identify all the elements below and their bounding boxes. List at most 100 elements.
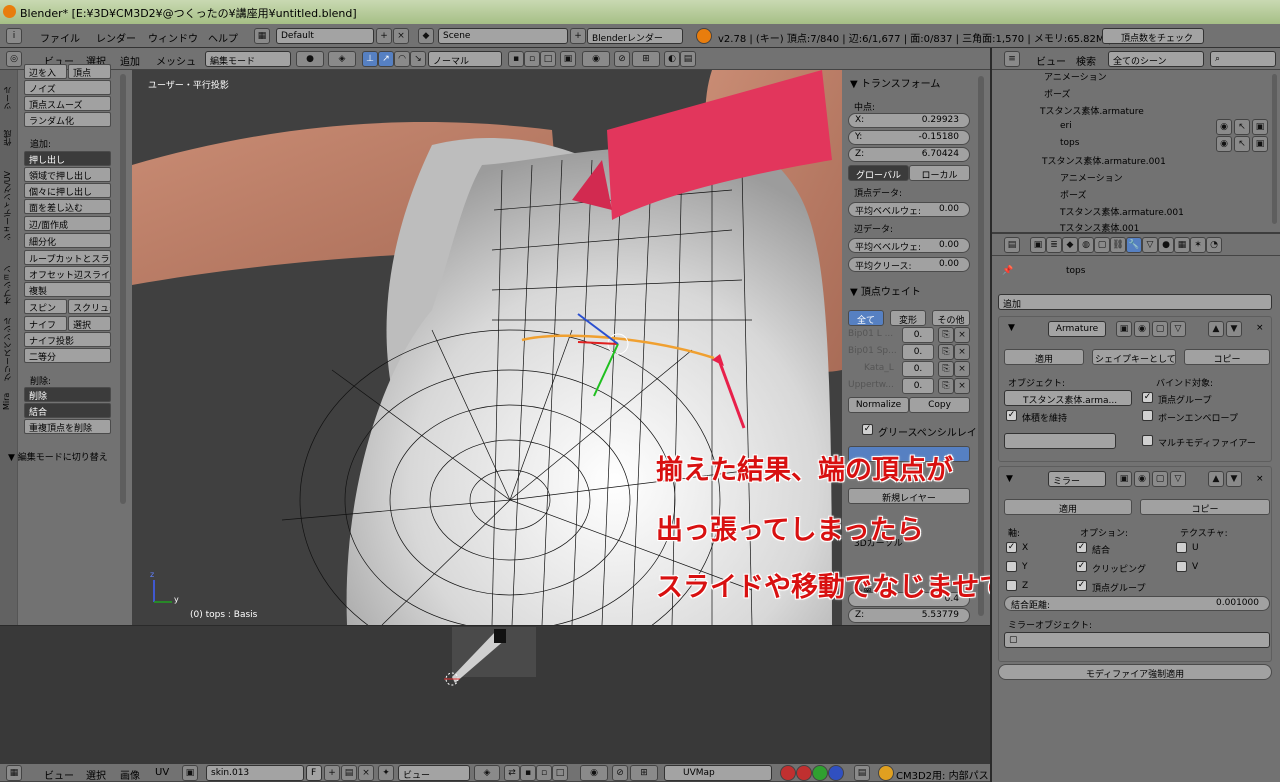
grease-pencil-title[interactable]: グリースペンシルレイ — [878, 424, 977, 439]
uv-image-editor[interactable] — [0, 625, 990, 764]
extrude-select[interactable]: 押し出し — [24, 151, 111, 166]
local-toggle[interactable]: ローカル — [909, 165, 970, 181]
weight-remove-icon-3[interactable]: × — [954, 361, 970, 377]
tab-shading-uv[interactable]: シェーディング/UV — [2, 158, 16, 254]
constraints-tab-icon[interactable]: ⛓ — [1110, 237, 1126, 253]
opengl-render-icon[interactable]: ▤ — [680, 51, 696, 67]
vertex-groups-checkbox[interactable]: ✓ — [1142, 392, 1153, 403]
open-image-icon[interactable]: ▤ — [341, 765, 357, 781]
bisect-button[interactable]: 二等分 — [24, 348, 111, 363]
vw-tab-all[interactable]: 全て — [848, 310, 884, 326]
vertex-select-icon[interactable]: ▪ — [508, 51, 524, 67]
render-camera-icon[interactable]: ▣ — [1252, 119, 1268, 135]
layout-icon[interactable]: ▦ — [254, 28, 270, 44]
randomize-button[interactable]: ランダム化 — [24, 112, 111, 127]
outliner-search-input[interactable]: ⌕ — [1210, 51, 1276, 67]
vw-tab-deform[interactable]: 変形 — [890, 310, 926, 326]
edge-bevel-field[interactable]: 平均ベベルウェ: 0.00 — [848, 238, 970, 253]
editor-type-icon[interactable]: i — [6, 28, 22, 44]
mirror-copy-button[interactable]: コピー — [1140, 499, 1270, 515]
outliner-scenes-select[interactable]: 全てのシーン — [1108, 51, 1204, 67]
texture-v-checkbox[interactable] — [1176, 561, 1187, 572]
uv-snap-icon[interactable]: ⊘ — [612, 765, 628, 781]
mirror-editmode-icon[interactable]: ▣ — [1116, 471, 1132, 487]
outliner-row-8[interactable]: ポーズ — [1060, 188, 1087, 204]
render-camera-icon-2[interactable]: ▣ — [1252, 136, 1268, 152]
outliner-editor-icon[interactable]: ≡ — [1004, 51, 1020, 67]
mirror-cage-icon[interactable]: ▽ — [1170, 471, 1186, 487]
fake-user-toggle[interactable]: F — [306, 765, 322, 781]
copy-weights-button[interactable]: Copy — [909, 397, 970, 413]
armature-apply-button[interactable]: 適用 — [1004, 349, 1084, 365]
view3d-editor-icon[interactable]: ◎ — [6, 51, 22, 67]
tool-shelf-scrollbar[interactable] — [120, 74, 126, 504]
weight-paste-icon-2[interactable]: ⎘ — [938, 344, 954, 360]
knife-project-button[interactable]: ナイフ投影 — [24, 332, 111, 347]
snap-toggle-icon[interactable]: ⊘ — [614, 51, 630, 67]
weight-value-1[interactable]: 0. — [902, 327, 934, 343]
render-slot-icon[interactable]: ▤ — [854, 765, 870, 781]
data-tab-icon[interactable]: ▽ — [1142, 237, 1158, 253]
loopcut-button[interactable]: ループカットとスライド — [24, 250, 111, 265]
area-divider[interactable] — [990, 48, 992, 782]
image-browse-icon[interactable]: ▣ — [182, 765, 198, 781]
select-cursor-icon-2[interactable]: ↖ — [1234, 136, 1250, 152]
red-channel-icon[interactable] — [780, 765, 796, 781]
inset-faces-button[interactable]: 面を差し込む — [24, 199, 111, 214]
offset-edge-button[interactable]: オフセット辺スライド — [24, 266, 111, 281]
weight-remove-icon-4[interactable]: × — [954, 378, 970, 394]
render-engine-select[interactable]: Blenderレンダー — [587, 28, 683, 44]
menu-render[interactable]: レンダー — [96, 30, 136, 45]
smooth-vertex-button[interactable]: 頂点スムーズ — [24, 96, 111, 111]
scene-tab-icon[interactable]: ◆ — [1062, 237, 1078, 253]
new-layer-button[interactable]: 新規レイヤー — [848, 488, 970, 504]
outliner-row-4[interactable]: eri — [1060, 121, 1072, 137]
weight-paste-icon-4[interactable]: ⎘ — [938, 378, 954, 394]
pin-image-icon[interactable]: ✦ — [378, 765, 394, 781]
cm3d2-label[interactable]: CM3D2用: 内部パス — [896, 767, 989, 782]
median-x-field[interactable]: X: 0.29923 — [848, 113, 970, 128]
uv-menu-uv[interactable]: UV — [155, 767, 169, 778]
add-layout-icon[interactable]: + — [376, 28, 392, 44]
outliner-row-7[interactable]: アニメーション — [1060, 171, 1123, 187]
mirror-down-icon[interactable]: ▼ — [1226, 471, 1242, 487]
armature-up-icon[interactable]: ▲ — [1208, 321, 1224, 337]
outliner-row-10[interactable]: Tスタンス素体.001 — [1060, 221, 1139, 232]
spin-button[interactable]: スピン — [24, 299, 67, 314]
menu-file[interactable]: ファイル — [40, 30, 80, 45]
manipulator-icon[interactable]: ⊥ — [362, 51, 378, 67]
uv-edge-icon[interactable]: ▫ — [536, 765, 552, 781]
rotate-icon[interactable]: ◠ — [394, 51, 410, 67]
view3d-menu-add[interactable]: 追加 — [120, 53, 140, 68]
armature-close-icon[interactable]: × — [1256, 323, 1264, 333]
extrude-region-button[interactable]: 領域で押し出し — [24, 167, 111, 182]
axis-x-checkbox[interactable]: ✓ — [1006, 542, 1017, 553]
mirror-name-field[interactable]: ミラー — [1048, 471, 1106, 487]
physics-tab-icon[interactable]: ◔ — [1206, 237, 1222, 253]
edge-face-button[interactable]: 辺/面作成 — [24, 216, 111, 231]
tool-top-item-1[interactable]: 辺を入 — [24, 64, 67, 79]
armature-editmode-icon[interactable]: ▣ — [1116, 321, 1132, 337]
preserve-volume-checkbox[interactable]: ✓ — [1006, 410, 1017, 421]
shading-select-icon[interactable]: ● — [296, 51, 324, 67]
vgroup-checkbox[interactable]: ✓ — [1076, 580, 1087, 591]
outliner-menu-search[interactable]: 検索 — [1076, 53, 1096, 68]
tab-create[interactable]: 作成 — [2, 122, 16, 154]
menu-help[interactable]: ヘルプ — [208, 30, 238, 45]
tool-top-item-2[interactable]: 頂点 — [68, 64, 111, 79]
outliner-row-5[interactable]: tops — [1060, 138, 1079, 154]
normalize-button[interactable]: Normalize — [848, 397, 909, 413]
multi-modifier-checkbox[interactable] — [1142, 435, 1153, 446]
blue-channel-icon[interactable] — [828, 765, 844, 781]
uv-view-select[interactable]: ビュー — [398, 765, 470, 781]
unlink-image-icon[interactable]: × — [358, 765, 374, 781]
armature-viewport-icon[interactable]: ◉ — [1134, 321, 1150, 337]
area-divider-h[interactable] — [0, 625, 990, 626]
mirror-up-icon[interactable]: ▲ — [1208, 471, 1224, 487]
tab-options[interactable]: オプション — [2, 260, 16, 310]
clipping-checkbox[interactable]: ✓ — [1076, 561, 1087, 572]
extrude-individual-button[interactable]: 個々に押し出し — [24, 183, 111, 198]
screw-button[interactable]: スクリュー — [68, 299, 111, 314]
weight-value-2[interactable]: 0. — [902, 344, 934, 360]
mirror-object-field[interactable]: ▢ — [1004, 632, 1270, 648]
